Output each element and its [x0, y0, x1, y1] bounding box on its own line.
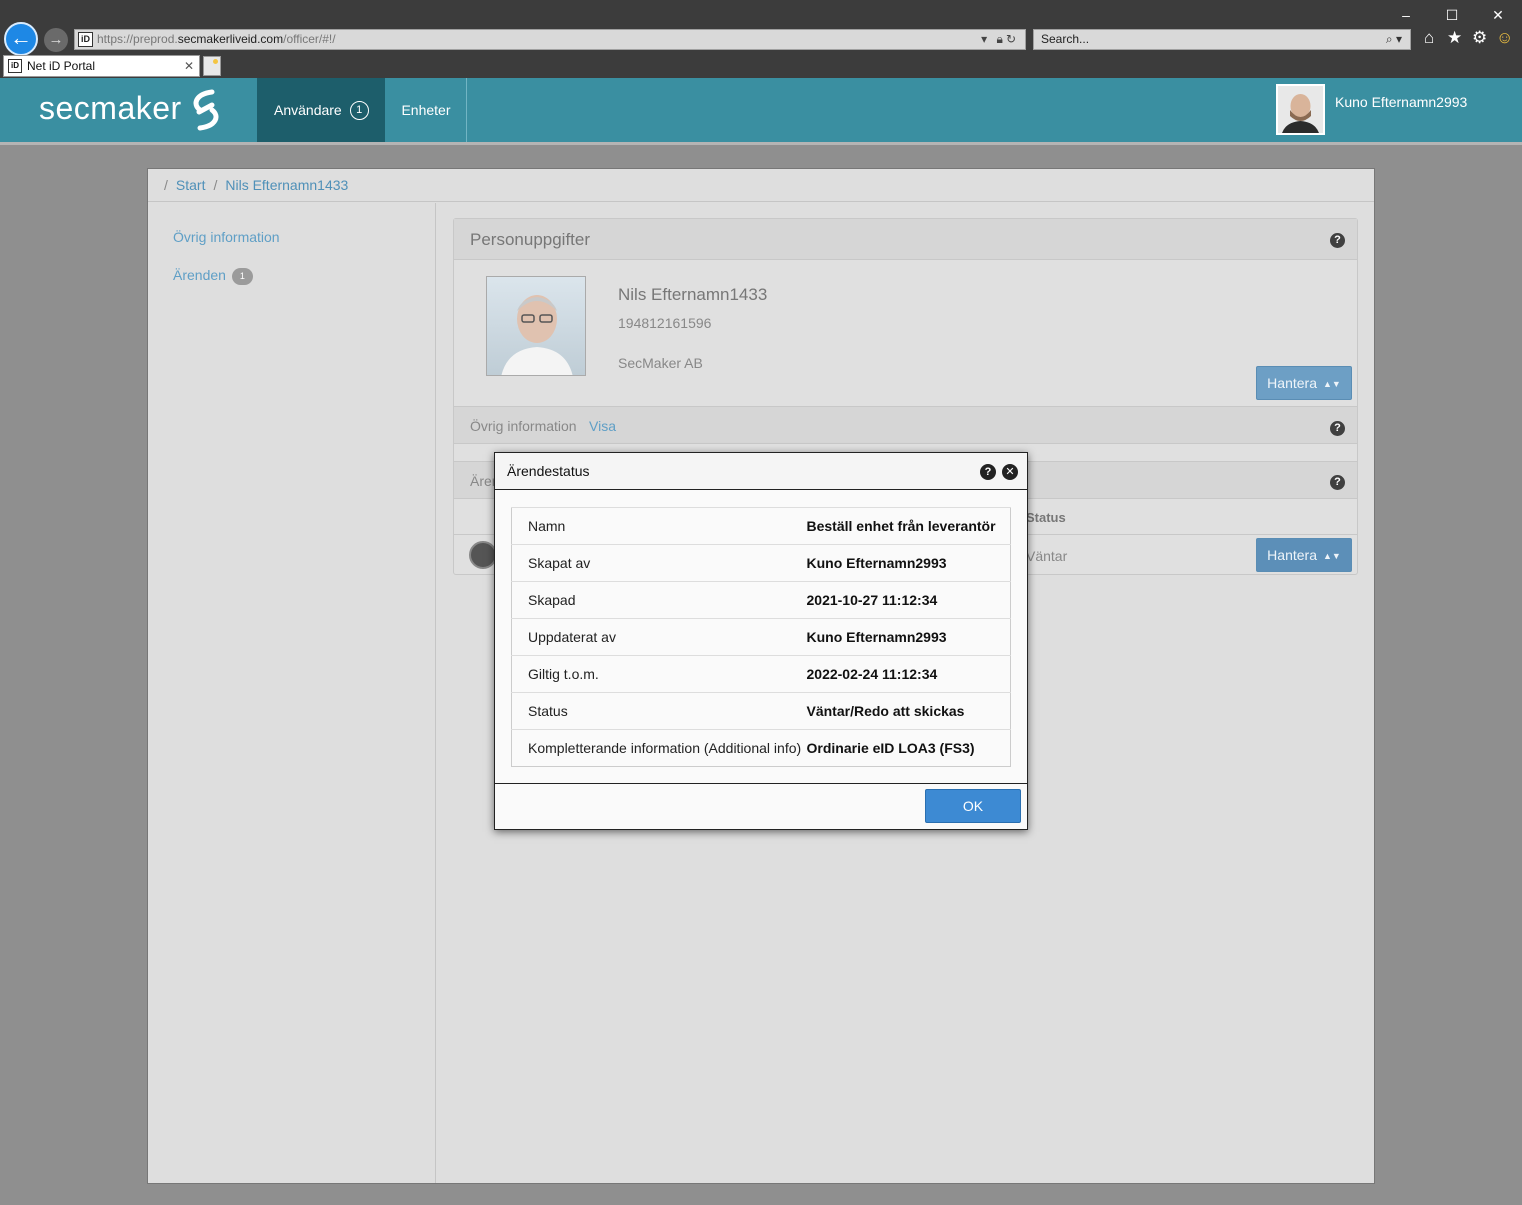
case-details-table: Namn Beställ enhet från leverantör Skapat… — [511, 507, 1011, 767]
tab-bar: iD Net iD Portal ✕ — [0, 54, 1522, 78]
detail-value: Beställ enhet från leverantör — [806, 507, 1011, 545]
breadcrumb: / Start / Nils Efternamn1433 — [148, 169, 1374, 202]
arrow-right-icon: → — [48, 31, 64, 48]
sort-arrows-icon: ▲▼ — [1322, 379, 1341, 389]
detail-key: Namn — [511, 507, 807, 545]
tab-title: Net iD Portal — [27, 59, 96, 73]
dialog-close-icon[interactable]: ✕ — [1002, 464, 1018, 480]
search-icon[interactable]: ⌕ ▾ — [1386, 30, 1402, 49]
current-user-name[interactable]: Kuno Efternamn2993 — [1335, 94, 1467, 110]
show-other-info-link[interactable]: Visa — [589, 418, 616, 434]
sidebar-item-other-info[interactable]: Övrig information — [173, 229, 280, 245]
detail-value: Kuno Efternamn2993 — [806, 544, 1011, 582]
site-header: secmaker Användare 1 Enheter Kuno Efterna… — [0, 78, 1522, 145]
detail-value: 2021-10-27 11:12:34 — [806, 581, 1011, 619]
tab-close-icon[interactable]: ✕ — [184, 56, 194, 76]
address-url: https://preprod.secmakerliveid.com/offic… — [97, 32, 336, 46]
home-icon[interactable]: ⌂ — [1424, 28, 1434, 48]
person-id-number: 194812161596 — [618, 315, 712, 331]
other-info-label: Övrig information — [470, 418, 577, 434]
secmaker-logo-icon — [193, 89, 219, 131]
detail-value: Väntar/Redo att skickas — [806, 692, 1011, 730]
table-row: Status Väntar/Redo att skickas — [511, 692, 1011, 730]
person-name: Nils Efternamn1433 — [618, 285, 768, 304]
browser-search-input[interactable]: Search... ⌕ ▾ — [1033, 29, 1411, 50]
sidebar-item-cases[interactable]: Ärenden 1 — [173, 267, 253, 285]
address-tools[interactable]: ▾ 🔒︎↻ — [981, 30, 1019, 49]
arrow-left-icon: ← — [10, 25, 32, 50]
table-row: Uppdaterat av Kuno Efternamn2993 — [511, 618, 1011, 656]
refresh-icon: ↻ — [1005, 32, 1019, 46]
person-photo — [486, 276, 586, 376]
dialog-title: Ärendestatus — [507, 463, 590, 479]
logo-text[interactable]: secmaker — [39, 90, 182, 127]
detail-key: Skapat av — [511, 544, 807, 582]
detail-key: Status — [511, 692, 807, 730]
status-column-header: Status — [1026, 510, 1066, 525]
help-icon[interactable]: ? — [1330, 421, 1345, 436]
case-status-dialog: Ärendestatus ? ✕ Namn Beställ enhet från … — [494, 452, 1028, 830]
panel-title: Personuppgifter — [470, 230, 591, 249]
person-photo-icon — [501, 295, 573, 375]
case-row-status: Väntar — [1026, 548, 1068, 564]
user-avatar-icon — [1278, 86, 1323, 133]
table-row: Giltig t.o.m. 2022-02-24 11:12:34 — [511, 655, 1011, 693]
breadcrumb-start-link[interactable]: Start — [176, 177, 206, 193]
help-icon[interactable]: ? — [1330, 233, 1345, 248]
favorites-star-icon[interactable]: ★ — [1447, 28, 1462, 48]
lock-icon: 🔒︎ — [996, 32, 1006, 46]
table-row: Kompletterande information (Additional i… — [511, 729, 1011, 767]
detail-key: Kompletterande information (Additional i… — [511, 729, 807, 767]
person-organization: SecMaker AB — [618, 355, 703, 371]
other-info-row: Övrig information Visa ? — [454, 406, 1357, 444]
detail-value: Kuno Efternamn2993 — [806, 618, 1011, 656]
users-count-badge: 1 — [349, 100, 369, 120]
address-bar[interactable]: iD https://preprod.secmakerliveid.com/of… — [74, 29, 1026, 50]
browser-chrome: – ☐ ✕ ← → iD https://preprod.secmakerliv… — [0, 0, 1522, 78]
sidebar: Övrig information Ärenden 1 — [148, 203, 436, 1183]
case-type-icon — [469, 541, 497, 569]
back-button[interactable]: ← — [4, 22, 38, 56]
nav-tab-users[interactable]: Användare 1 — [257, 78, 385, 145]
ok-button[interactable]: OK — [925, 789, 1021, 823]
maximize-button[interactable]: ☐ — [1432, 2, 1472, 28]
forward-button[interactable]: → — [44, 28, 68, 52]
site-favicon-icon: iD — [78, 32, 93, 47]
user-avatar[interactable] — [1276, 84, 1325, 135]
detail-value: 2022-02-24 11:12:34 — [806, 655, 1011, 693]
table-row: Namn Beställ enhet från leverantör — [511, 507, 1011, 545]
dialog-help-icon[interactable]: ? — [980, 464, 996, 480]
browser-tab[interactable]: iD Net iD Portal ✕ — [3, 55, 200, 77]
close-window-button[interactable]: ✕ — [1478, 2, 1518, 28]
cases-count-badge: 1 — [231, 267, 253, 285]
smiley-feedback-icon[interactable]: ☺ — [1496, 28, 1513, 48]
minimize-button[interactable]: – — [1386, 2, 1426, 28]
detail-value: Ordinarie eID LOA3 (FS3) — [806, 729, 1011, 767]
dialog-footer-divider — [495, 783, 1027, 784]
table-row: Skapat av Kuno Efternamn2993 — [511, 544, 1011, 582]
settings-gear-icon[interactable]: ⚙ — [1472, 28, 1487, 48]
tab-favicon-icon: iD — [8, 59, 22, 73]
detail-key: Giltig t.o.m. — [511, 655, 807, 693]
nav-tab-units[interactable]: Enheter — [386, 78, 467, 142]
manage-case-button[interactable]: Hantera ▲▼ — [1256, 538, 1352, 572]
detail-key: Skapad — [511, 581, 807, 619]
detail-key: Uppdaterat av — [511, 618, 807, 656]
breadcrumb-current[interactable]: Nils Efternamn1433 — [225, 177, 348, 193]
new-tab-button[interactable] — [203, 56, 221, 76]
manage-person-button[interactable]: Hantera ▲▼ — [1256, 366, 1352, 400]
dropdown-icon: ▾ — [981, 32, 991, 46]
sort-arrows-icon: ▲▼ — [1322, 551, 1341, 561]
table-row: Skapad 2021-10-27 11:12:34 — [511, 581, 1011, 619]
dialog-header: Ärendestatus ? ✕ — [495, 453, 1027, 490]
person-panel-header: Personuppgifter ? — [454, 219, 1357, 260]
help-icon[interactable]: ? — [1330, 475, 1345, 490]
